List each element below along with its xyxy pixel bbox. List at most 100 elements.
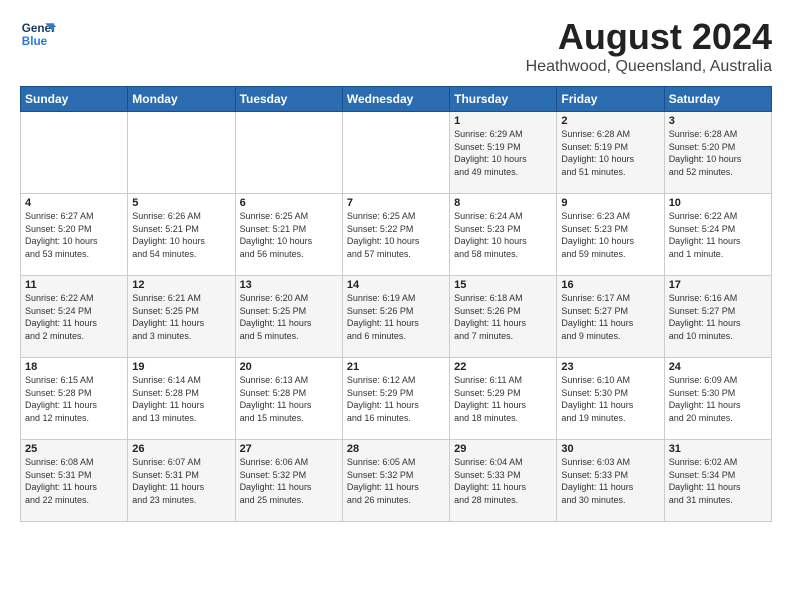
day-info: Sunrise: 6:17 AM Sunset: 5:27 PM Dayligh… xyxy=(561,292,659,342)
day-number: 22 xyxy=(454,361,552,373)
day-cell: 3Sunrise: 6:28 AM Sunset: 5:20 PM Daylig… xyxy=(664,112,771,194)
day-number: 29 xyxy=(454,443,552,455)
day-cell xyxy=(128,112,235,194)
day-cell: 13Sunrise: 6:20 AM Sunset: 5:25 PM Dayli… xyxy=(235,276,342,358)
header-monday: Monday xyxy=(128,87,235,112)
page-header: General Blue August 2024 Heathwood, Quee… xyxy=(20,16,772,76)
day-info: Sunrise: 6:12 AM Sunset: 5:29 PM Dayligh… xyxy=(347,374,445,424)
week-row-2: 4Sunrise: 6:27 AM Sunset: 5:20 PM Daylig… xyxy=(21,194,772,276)
day-info: Sunrise: 6:25 AM Sunset: 5:21 PM Dayligh… xyxy=(240,210,338,260)
day-number: 23 xyxy=(561,361,659,373)
calendar-table: Sunday Monday Tuesday Wednesday Thursday… xyxy=(20,86,772,522)
day-cell: 12Sunrise: 6:21 AM Sunset: 5:25 PM Dayli… xyxy=(128,276,235,358)
day-cell: 2Sunrise: 6:28 AM Sunset: 5:19 PM Daylig… xyxy=(557,112,664,194)
day-number: 30 xyxy=(561,443,659,455)
day-info: Sunrise: 6:19 AM Sunset: 5:26 PM Dayligh… xyxy=(347,292,445,342)
day-cell: 26Sunrise: 6:07 AM Sunset: 5:31 PM Dayli… xyxy=(128,440,235,522)
header-friday: Friday xyxy=(557,87,664,112)
day-info: Sunrise: 6:04 AM Sunset: 5:33 PM Dayligh… xyxy=(454,456,552,506)
day-cell: 5Sunrise: 6:26 AM Sunset: 5:21 PM Daylig… xyxy=(128,194,235,276)
day-cell: 20Sunrise: 6:13 AM Sunset: 5:28 PM Dayli… xyxy=(235,358,342,440)
day-cell: 23Sunrise: 6:10 AM Sunset: 5:30 PM Dayli… xyxy=(557,358,664,440)
week-row-5: 25Sunrise: 6:08 AM Sunset: 5:31 PM Dayli… xyxy=(21,440,772,522)
day-info: Sunrise: 6:13 AM Sunset: 5:28 PM Dayligh… xyxy=(240,374,338,424)
day-info: Sunrise: 6:29 AM Sunset: 5:19 PM Dayligh… xyxy=(454,128,552,178)
day-cell: 9Sunrise: 6:23 AM Sunset: 5:23 PM Daylig… xyxy=(557,194,664,276)
header-sunday: Sunday xyxy=(21,87,128,112)
header-wednesday: Wednesday xyxy=(342,87,449,112)
day-number: 25 xyxy=(25,443,123,455)
logo-icon: General Blue xyxy=(20,16,56,52)
header-tuesday: Tuesday xyxy=(235,87,342,112)
page-container: General Blue August 2024 Heathwood, Quee… xyxy=(0,0,792,532)
day-cell: 16Sunrise: 6:17 AM Sunset: 5:27 PM Dayli… xyxy=(557,276,664,358)
day-cell: 27Sunrise: 6:06 AM Sunset: 5:32 PM Dayli… xyxy=(235,440,342,522)
day-number: 4 xyxy=(25,197,123,209)
svg-text:Blue: Blue xyxy=(22,35,48,48)
day-number: 21 xyxy=(347,361,445,373)
day-cell: 30Sunrise: 6:03 AM Sunset: 5:33 PM Dayli… xyxy=(557,440,664,522)
day-cell: 11Sunrise: 6:22 AM Sunset: 5:24 PM Dayli… xyxy=(21,276,128,358)
day-cell: 29Sunrise: 6:04 AM Sunset: 5:33 PM Dayli… xyxy=(450,440,557,522)
day-cell: 31Sunrise: 6:02 AM Sunset: 5:34 PM Dayli… xyxy=(664,440,771,522)
day-number: 13 xyxy=(240,279,338,291)
day-cell: 28Sunrise: 6:05 AM Sunset: 5:32 PM Dayli… xyxy=(342,440,449,522)
week-row-3: 11Sunrise: 6:22 AM Sunset: 5:24 PM Dayli… xyxy=(21,276,772,358)
day-info: Sunrise: 6:20 AM Sunset: 5:25 PM Dayligh… xyxy=(240,292,338,342)
day-info: Sunrise: 6:09 AM Sunset: 5:30 PM Dayligh… xyxy=(669,374,767,424)
day-number: 19 xyxy=(132,361,230,373)
day-number: 27 xyxy=(240,443,338,455)
day-number: 5 xyxy=(132,197,230,209)
day-info: Sunrise: 6:22 AM Sunset: 5:24 PM Dayligh… xyxy=(25,292,123,342)
day-cell: 14Sunrise: 6:19 AM Sunset: 5:26 PM Dayli… xyxy=(342,276,449,358)
day-cell: 7Sunrise: 6:25 AM Sunset: 5:22 PM Daylig… xyxy=(342,194,449,276)
header-thursday: Thursday xyxy=(450,87,557,112)
day-number: 12 xyxy=(132,279,230,291)
day-number: 18 xyxy=(25,361,123,373)
day-info: Sunrise: 6:07 AM Sunset: 5:31 PM Dayligh… xyxy=(132,456,230,506)
day-number: 9 xyxy=(561,197,659,209)
day-number: 11 xyxy=(25,279,123,291)
day-cell: 24Sunrise: 6:09 AM Sunset: 5:30 PM Dayli… xyxy=(664,358,771,440)
day-cell: 1Sunrise: 6:29 AM Sunset: 5:19 PM Daylig… xyxy=(450,112,557,194)
day-number: 16 xyxy=(561,279,659,291)
day-cell xyxy=(235,112,342,194)
day-cell: 15Sunrise: 6:18 AM Sunset: 5:26 PM Dayli… xyxy=(450,276,557,358)
day-info: Sunrise: 6:23 AM Sunset: 5:23 PM Dayligh… xyxy=(561,210,659,260)
day-info: Sunrise: 6:18 AM Sunset: 5:26 PM Dayligh… xyxy=(454,292,552,342)
month-title: August 2024 xyxy=(526,16,772,58)
day-info: Sunrise: 6:26 AM Sunset: 5:21 PM Dayligh… xyxy=(132,210,230,260)
day-number: 28 xyxy=(347,443,445,455)
day-info: Sunrise: 6:15 AM Sunset: 5:28 PM Dayligh… xyxy=(25,374,123,424)
day-info: Sunrise: 6:11 AM Sunset: 5:29 PM Dayligh… xyxy=(454,374,552,424)
day-info: Sunrise: 6:06 AM Sunset: 5:32 PM Dayligh… xyxy=(240,456,338,506)
title-block: August 2024 Heathwood, Queensland, Austr… xyxy=(526,16,772,76)
day-number: 14 xyxy=(347,279,445,291)
day-number: 20 xyxy=(240,361,338,373)
day-cell: 8Sunrise: 6:24 AM Sunset: 5:23 PM Daylig… xyxy=(450,194,557,276)
day-number: 24 xyxy=(669,361,767,373)
day-cell: 18Sunrise: 6:15 AM Sunset: 5:28 PM Dayli… xyxy=(21,358,128,440)
day-cell: 10Sunrise: 6:22 AM Sunset: 5:24 PM Dayli… xyxy=(664,194,771,276)
logo[interactable]: General Blue xyxy=(20,16,56,52)
day-info: Sunrise: 6:25 AM Sunset: 5:22 PM Dayligh… xyxy=(347,210,445,260)
day-cell: 4Sunrise: 6:27 AM Sunset: 5:20 PM Daylig… xyxy=(21,194,128,276)
day-number: 31 xyxy=(669,443,767,455)
day-number: 7 xyxy=(347,197,445,209)
header-row: Sunday Monday Tuesday Wednesday Thursday… xyxy=(21,87,772,112)
day-cell: 19Sunrise: 6:14 AM Sunset: 5:28 PM Dayli… xyxy=(128,358,235,440)
day-info: Sunrise: 6:03 AM Sunset: 5:33 PM Dayligh… xyxy=(561,456,659,506)
day-number: 15 xyxy=(454,279,552,291)
day-cell: 22Sunrise: 6:11 AM Sunset: 5:29 PM Dayli… xyxy=(450,358,557,440)
day-number: 17 xyxy=(669,279,767,291)
day-number: 3 xyxy=(669,115,767,127)
day-number: 8 xyxy=(454,197,552,209)
day-info: Sunrise: 6:21 AM Sunset: 5:25 PM Dayligh… xyxy=(132,292,230,342)
day-info: Sunrise: 6:28 AM Sunset: 5:20 PM Dayligh… xyxy=(669,128,767,178)
day-cell: 21Sunrise: 6:12 AM Sunset: 5:29 PM Dayli… xyxy=(342,358,449,440)
week-row-1: 1Sunrise: 6:29 AM Sunset: 5:19 PM Daylig… xyxy=(21,112,772,194)
day-info: Sunrise: 6:08 AM Sunset: 5:31 PM Dayligh… xyxy=(25,456,123,506)
day-info: Sunrise: 6:27 AM Sunset: 5:20 PM Dayligh… xyxy=(25,210,123,260)
week-row-4: 18Sunrise: 6:15 AM Sunset: 5:28 PM Dayli… xyxy=(21,358,772,440)
day-cell xyxy=(21,112,128,194)
